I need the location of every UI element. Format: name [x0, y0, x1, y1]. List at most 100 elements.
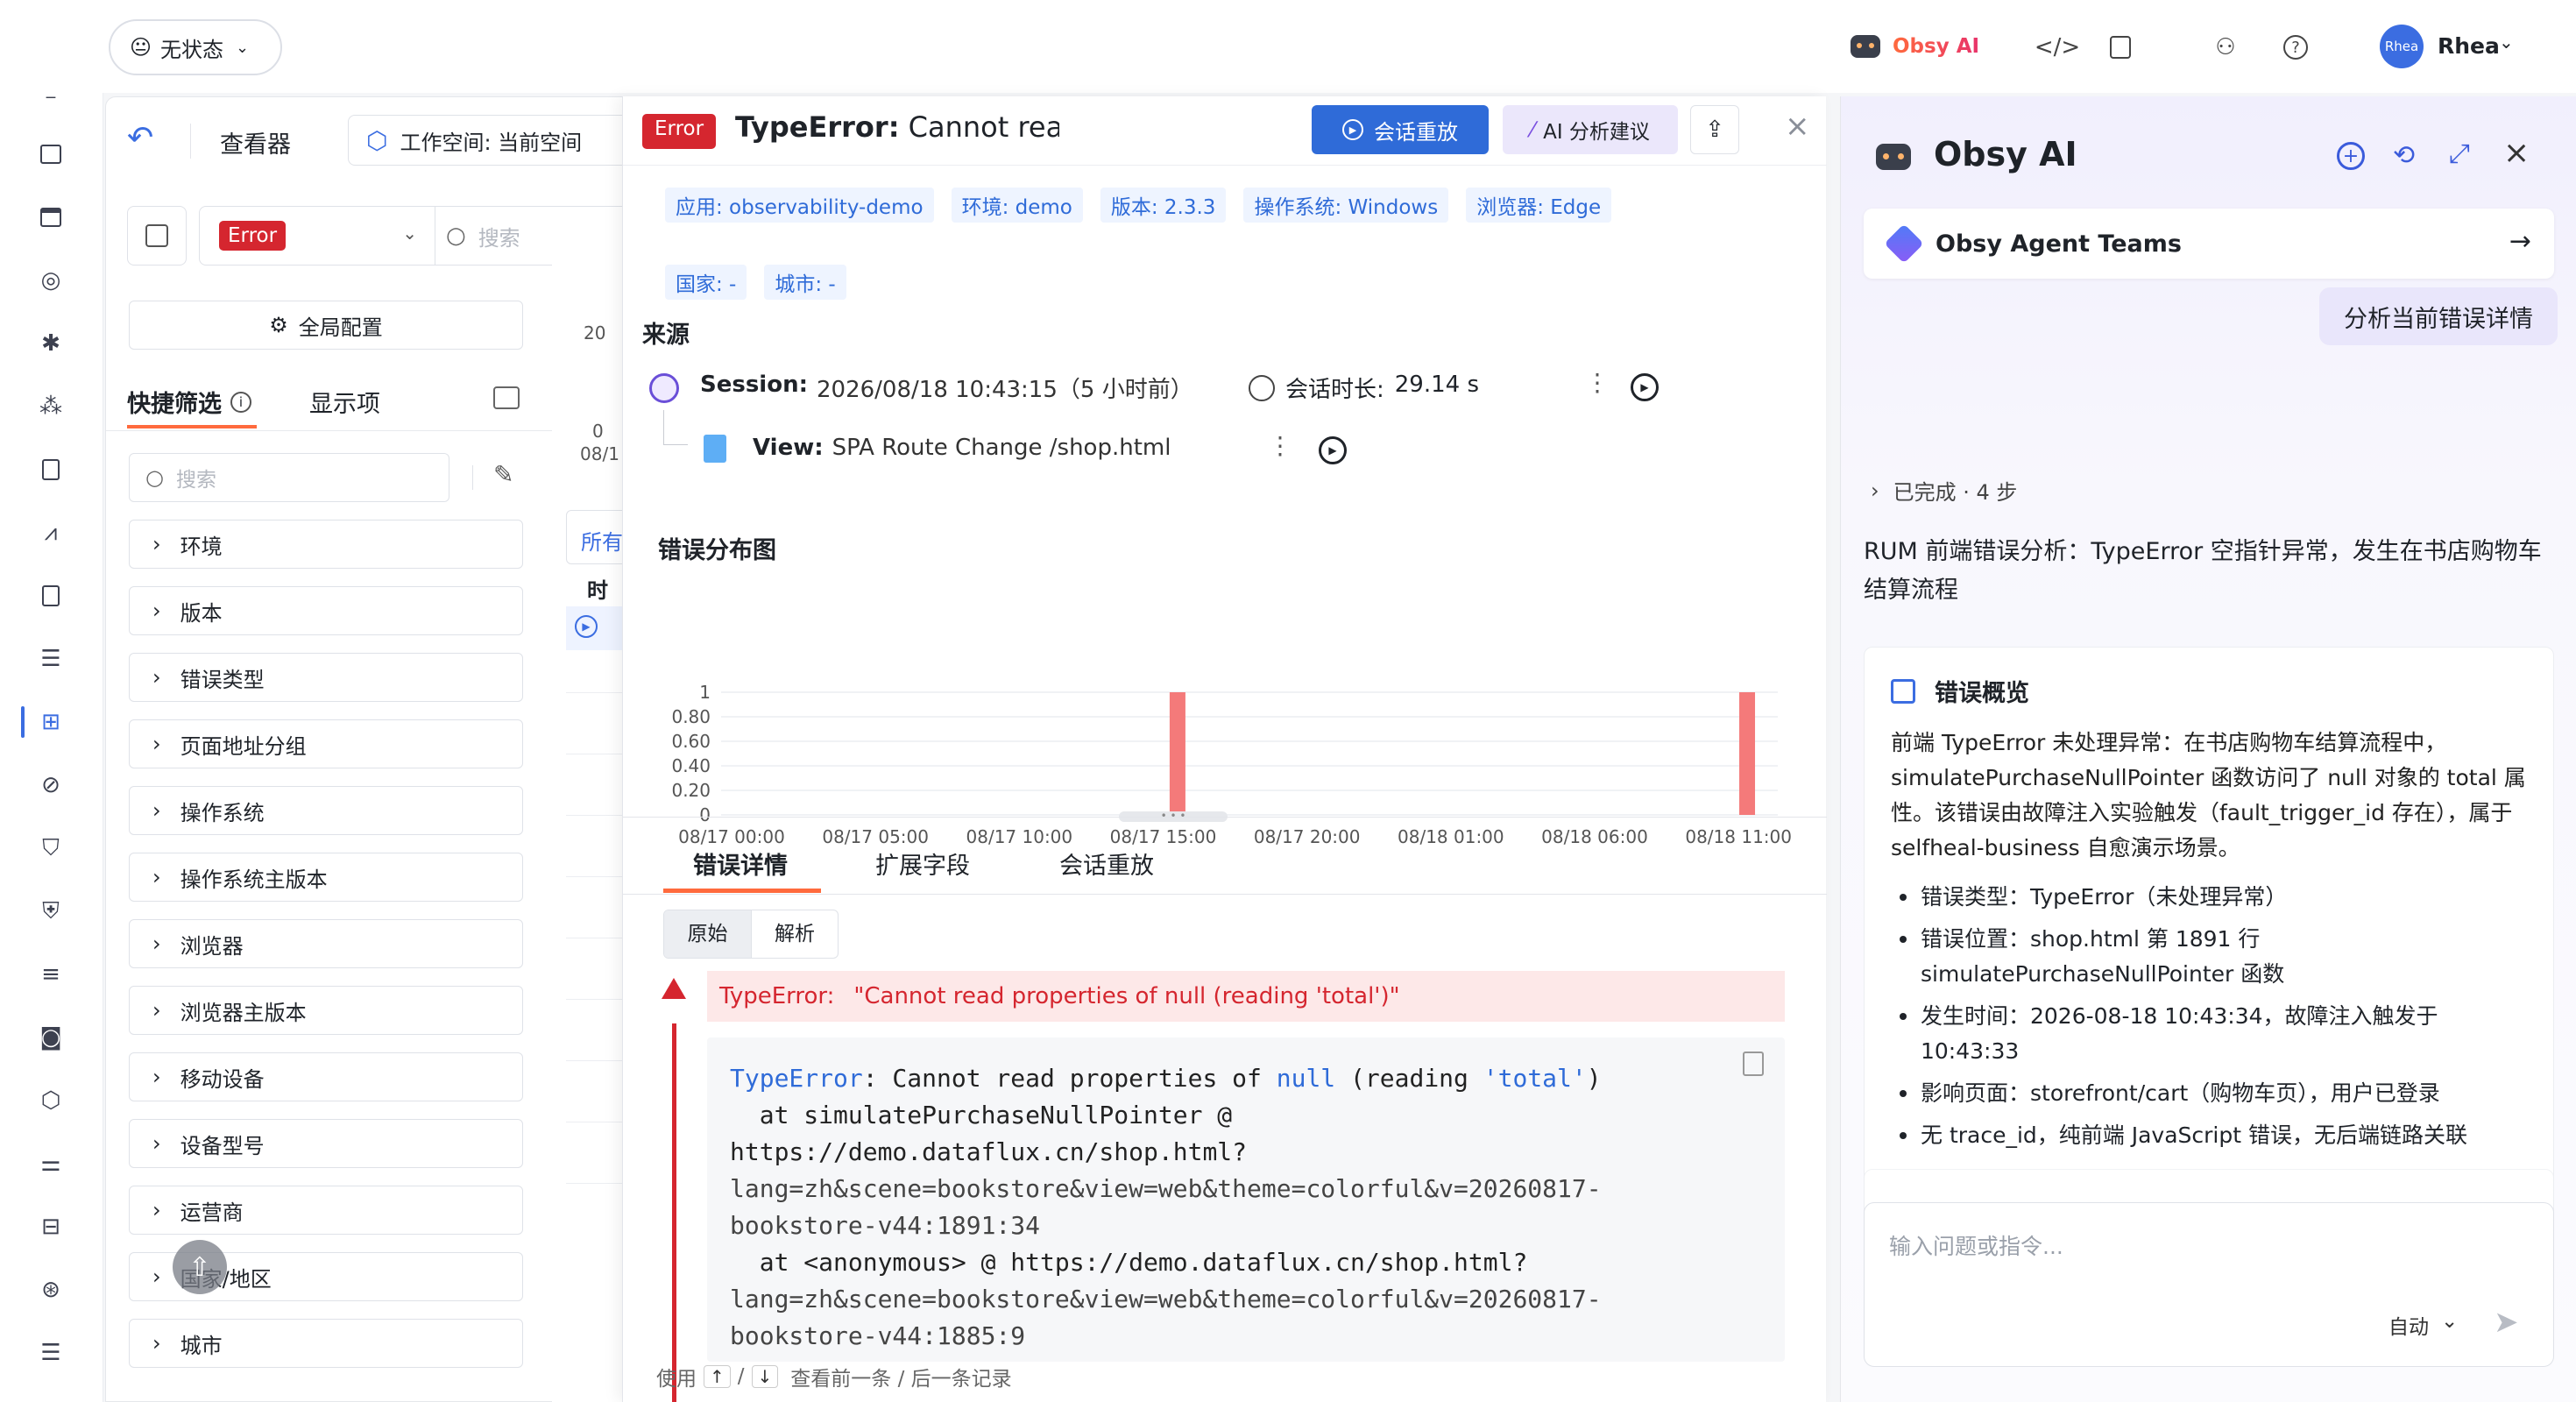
mode-selector[interactable]: 自动 ⌄ [2388, 1310, 2458, 1340]
scan-icon[interactable]: ◎ [33, 263, 68, 298]
selected-row[interactable]: ▶ [566, 606, 622, 650]
save-view-button[interactable] [127, 206, 187, 266]
facet-search-input[interactable]: ○ 搜索 [129, 453, 449, 502]
x-tick-label: 08/17 00:00 [678, 826, 785, 847]
user-menu-chevron-icon[interactable]: ⌄ [2499, 32, 2514, 53]
chevron-right-icon: › [1871, 478, 1879, 503]
security-icon[interactable]: ⛉ [33, 831, 68, 866]
subtab-parsed[interactable]: 解析 [751, 910, 838, 958]
view-label: View: [753, 435, 824, 461]
search-input[interactable]: ○ 搜索 [434, 206, 625, 266]
shield-icon[interactable]: ⛨ [33, 894, 68, 929]
cube-icon[interactable]: ⬡ [33, 1083, 68, 1118]
code-icon[interactable]: </> [2035, 30, 2080, 65]
facet-version[interactable]: › 版本 [129, 586, 523, 635]
more-icon[interactable]: ⋮ [1268, 431, 1292, 460]
tab-error-details[interactable]: 错误详情 [693, 846, 788, 881]
ai-analysis-button[interactable]: ⁄ AI 分析建议 [1503, 105, 1678, 154]
tab-display-items[interactable]: 显示项 [309, 385, 380, 419]
synthetic-icon[interactable]: ⊘ [33, 768, 68, 803]
analysis-summary: RUM 前端错误分析：TypeError 空指针异常，发生在书店购物车结算流程 [1864, 538, 2542, 604]
user-name[interactable]: Rhea [2438, 33, 2500, 59]
help-icon[interactable]: ? [2278, 30, 2313, 65]
facet-browser-major[interactable]: › 浏览器主版本 [129, 986, 523, 1035]
tag-city[interactable]: 城市: - [764, 265, 846, 300]
facet-environment[interactable]: › 环境 [129, 520, 523, 569]
divider [106, 430, 553, 431]
error-status-filter[interactable]: Error ⌄ [199, 206, 435, 266]
collapse-menu-icon[interactable]: ☰ [33, 1335, 68, 1370]
row-divider [566, 1183, 622, 1184]
rum-icon[interactable]: ⊞ [33, 705, 68, 740]
facet-label: 浏览器主版本 [180, 1000, 307, 1025]
scroll-to-top-button[interactable]: ⇧ [173, 1240, 227, 1294]
facet-os[interactable]: › 操作系统 [129, 786, 523, 835]
view-row[interactable]: View: SPA Route Change /shop.html [753, 435, 1171, 461]
inbox-icon[interactable]: ⊟ [33, 1209, 68, 1244]
notes-icon[interactable] [2103, 30, 2138, 65]
tag-country[interactable]: 国家: - [665, 265, 747, 300]
viewer-label: 查看器 [220, 131, 291, 159]
log-icon[interactable] [33, 452, 68, 487]
tag-browser[interactable]: 浏览器: Edge [1466, 188, 1612, 223]
undo-icon[interactable]: ↶ [127, 120, 153, 156]
facet-carrier[interactable]: › 运营商 [129, 1186, 523, 1235]
history-icon[interactable]: ⟲ [2393, 140, 2415, 171]
facet-mobile-device[interactable]: › 移动设备 [129, 1052, 523, 1101]
cluster-icon[interactable]: ⁂ [33, 389, 68, 424]
nav-active-indicator [21, 706, 25, 738]
close-icon[interactable]: × [1785, 109, 1810, 144]
facet-page-url-group[interactable]: › 页面地址分组 [129, 719, 523, 768]
tab-all[interactable]: 所有 [566, 510, 627, 564]
overview-bullets: 错误类型：TypeError（未处理异常） 错误位置：shop.html 第 1… [1891, 880, 2530, 1153]
workspace-selector[interactable]: ⬡ 工作空间: 当前空间 [348, 115, 646, 166]
row-divider [566, 876, 622, 877]
tag-env[interactable]: 环境: demo [951, 188, 1083, 223]
tab-session-replay[interactable]: 会话重放 [1059, 846, 1154, 881]
play-view-icon[interactable]: ▶ [1319, 436, 1347, 464]
send-icon[interactable]: ➤ [2494, 1305, 2519, 1340]
copy-icon[interactable] [1743, 1052, 1764, 1076]
facet-city[interactable]: › 城市 [129, 1319, 523, 1368]
facet-os-major[interactable]: › 操作系统主版本 [129, 853, 523, 902]
global-config-button[interactable]: ⚙ 全局配置 [129, 301, 523, 350]
monitor-icon[interactable]: ◙ [33, 1020, 68, 1055]
share-button[interactable]: ⇪ [1690, 105, 1739, 154]
session-row[interactable]: Session: 2026/08/18 10:43:15（5 小时前） [700, 372, 1193, 404]
add-user-icon[interactable]: ⚇ [2208, 30, 2243, 65]
agent-teams-card[interactable]: Obsy Agent Teams → [1864, 209, 2554, 279]
list-icon[interactable]: ☰ [33, 641, 68, 676]
integration-icon[interactable]: ⊛ [33, 1272, 68, 1307]
new-chat-icon[interactable]: + [2337, 142, 2365, 170]
expand-icon[interactable]: ⤢ [2449, 138, 2470, 169]
obsy-ai-entry[interactable]: Obsy AI [1851, 26, 1979, 67]
chat-input-box[interactable]: 输入问题或指令... 自动 ⌄ ➤ [1864, 1202, 2554, 1367]
facet-browser[interactable]: › 浏览器 [129, 919, 523, 968]
session-replay-button[interactable]: ▶ 会话重放 [1312, 105, 1489, 154]
tag-os[interactable]: 操作系统: Windows [1243, 188, 1449, 223]
tab-quick-filter[interactable]: 快捷筛选 i [127, 385, 251, 419]
collapse-panel-icon[interactable] [493, 386, 520, 409]
duration-row: 会话时长: 29.14 s [1285, 372, 1479, 404]
steps-toggle[interactable]: › 已完成 · 4 步 [1871, 475, 2017, 506]
facet-error-type[interactable]: › 错误类型 [129, 653, 523, 702]
play-session-icon[interactable]: ▶ [1631, 373, 1659, 401]
log-search-icon[interactable] [33, 578, 68, 613]
user-avatar[interactable]: Rhea [2380, 25, 2424, 68]
calendar-icon[interactable] [33, 200, 68, 235]
metrics-icon[interactable]: ⩘ [33, 515, 68, 550]
bug-icon[interactable]: ✱ [33, 326, 68, 361]
tab-extended-fields[interactable]: 扩展字段 [875, 846, 970, 881]
more-icon[interactable]: ⋮ [1585, 368, 1610, 397]
close-icon[interactable]: × [2503, 135, 2530, 171]
facet-device-model[interactable]: › 设备型号 [129, 1119, 523, 1168]
edit-icon[interactable]: ✎ [493, 460, 513, 489]
subtab-raw[interactable]: 原始 [664, 910, 751, 958]
tag-app[interactable]: 应用: observability-demo [665, 188, 934, 223]
dashboard-icon[interactable] [33, 137, 68, 172]
settings-sliders-icon[interactable]: ⚌ [33, 1146, 68, 1181]
database-icon[interactable]: ≡ [33, 957, 68, 992]
tag-version[interactable]: 版本: 2.3.3 [1100, 188, 1227, 223]
warning-icon [662, 978, 686, 999]
status-selector[interactable]: 😐 无状态 ⌄ [109, 19, 282, 75]
